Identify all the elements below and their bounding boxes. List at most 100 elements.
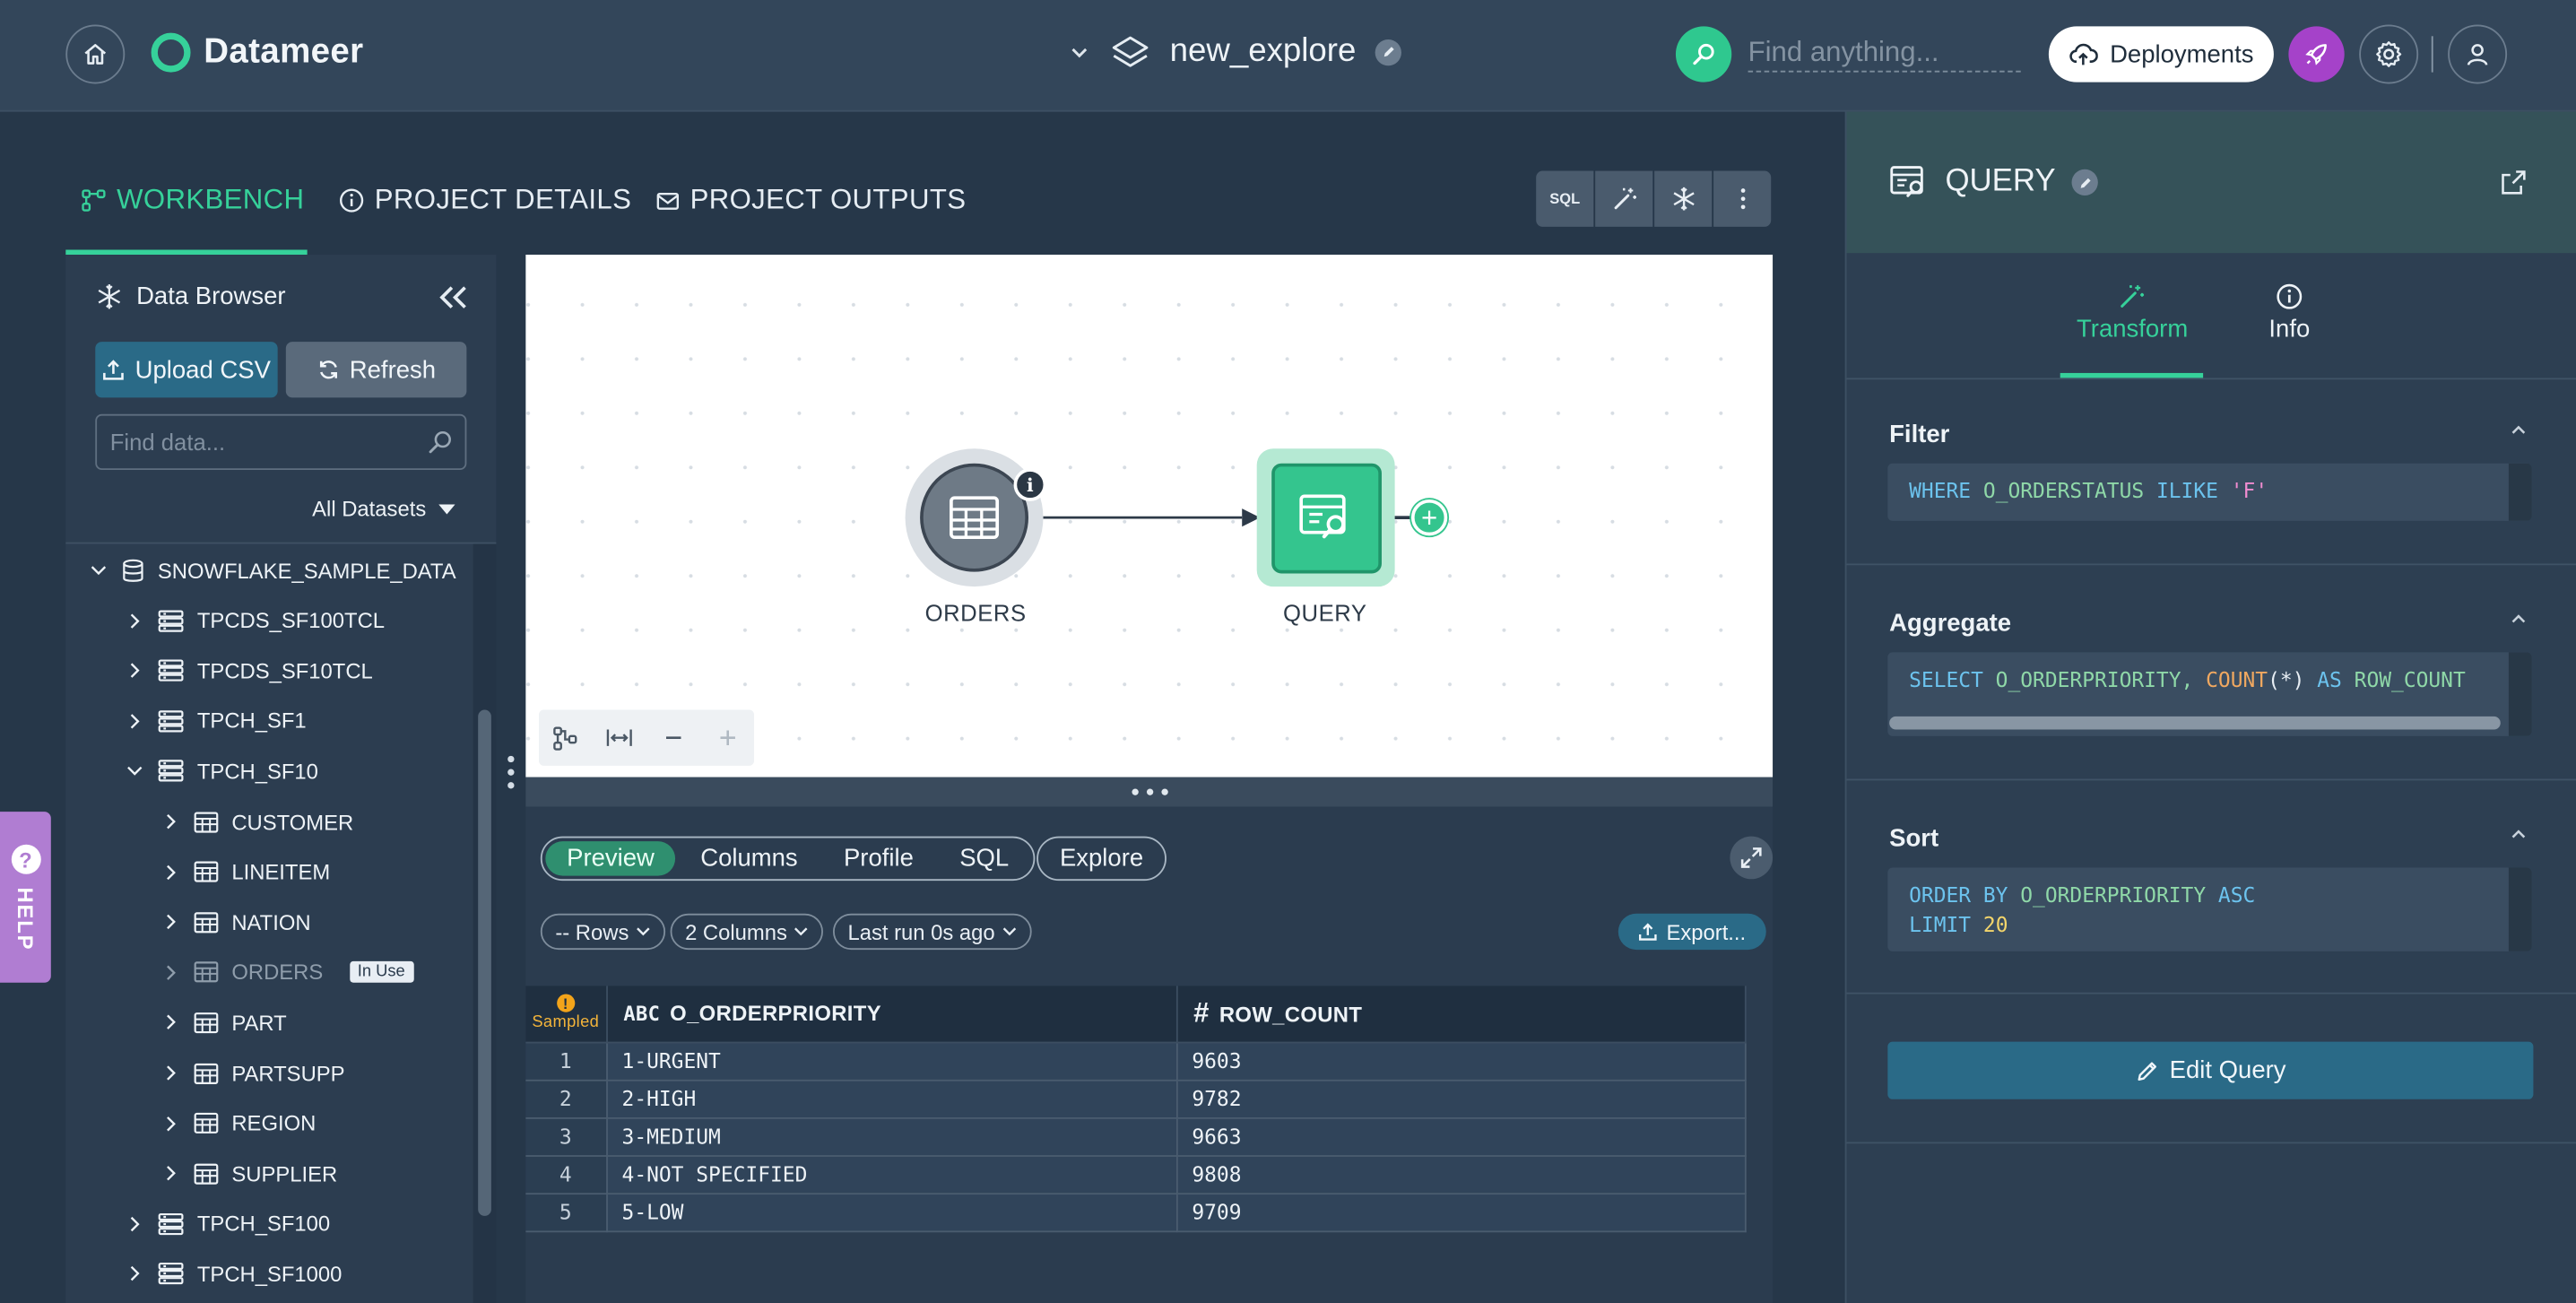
- tree-item[interactable]: TPCH_SF100: [125, 1199, 330, 1248]
- tree-item[interactable]: PART: [161, 998, 287, 1047]
- chevron-right-icon[interactable]: [161, 1165, 181, 1181]
- tree-item[interactable]: SNOWFLAKE_SAMPLE_DATA: [89, 545, 456, 595]
- tab-project-outputs[interactable]: PROJECT OUTPUTS: [655, 184, 966, 217]
- help-tab[interactable]: ? HELP: [0, 812, 51, 983]
- sql-editor-button[interactable]: SQL: [1536, 170, 1594, 227]
- global-search-input[interactable]: [1748, 32, 2021, 73]
- zoom-out-button[interactable]: [646, 710, 700, 766]
- table-row[interactable]: 2 2-HIGH 9782: [525, 1079, 1746, 1118]
- tab-columns[interactable]: Columns: [679, 841, 819, 875]
- editor-scrollbar[interactable]: [2508, 463, 2532, 521]
- chevron-right-icon[interactable]: [125, 612, 144, 629]
- tab-workbench[interactable]: WORKBENCH: [81, 184, 305, 217]
- tree-scrollbar-thumb[interactable]: [478, 709, 491, 1216]
- tree-item[interactable]: PARTSUPP: [161, 1048, 345, 1098]
- node-info-icon[interactable]: i: [1013, 468, 1047, 501]
- chevron-right-icon[interactable]: [161, 813, 181, 830]
- columns-dropdown[interactable]: 2 Columns: [670, 913, 824, 951]
- export-button[interactable]: Export...: [1618, 913, 1766, 951]
- tree-item[interactable]: TPCH_SF1000: [125, 1249, 342, 1299]
- pencil-icon: [2137, 1061, 2156, 1081]
- snowflake-button[interactable]: [1654, 170, 1713, 227]
- brand[interactable]: Datameer: [151, 32, 364, 73]
- chevron-right-icon[interactable]: [125, 1216, 144, 1232]
- chevron-right-icon[interactable]: [161, 1014, 181, 1030]
- fit-to-view-button[interactable]: [593, 710, 646, 766]
- schema-icon: [158, 1212, 184, 1235]
- tree-item[interactable]: REGION: [161, 1099, 316, 1148]
- tree-item[interactable]: TPCDS_SF10TCL: [125, 646, 373, 695]
- chevron-down-icon[interactable]: [89, 562, 108, 578]
- edit-node-name-button[interactable]: [2071, 169, 2099, 196]
- panel-resize-handle[interactable]: [507, 755, 515, 789]
- tab-info[interactable]: Info: [2268, 282, 2310, 343]
- aggregate-horizontal-scrollbar[interactable]: [1889, 716, 2501, 730]
- table-row[interactable]: 3 3-MEDIUM 9663: [525, 1116, 1746, 1157]
- filter-code-editor[interactable]: WHERE O_ORDERSTATUS ILIKE 'F': [1887, 463, 2532, 521]
- chevron-right-icon[interactable]: [161, 1064, 181, 1081]
- tab-sql[interactable]: SQL: [938, 841, 1030, 875]
- tree-item[interactable]: TPCH_SF1: [125, 697, 307, 746]
- tree-item[interactable]: NATION: [161, 898, 311, 947]
- chevron-up-icon: [2511, 425, 2526, 434]
- chevron-right-icon[interactable]: [161, 964, 181, 980]
- global-search-button[interactable]: [1675, 26, 1732, 83]
- collapse-sort-button[interactable]: [2511, 828, 2527, 839]
- tree-item[interactable]: TPCDS_SF100TCL: [125, 595, 385, 645]
- add-node-button[interactable]: +: [1410, 499, 1448, 536]
- deployments-button[interactable]: Deployments: [2048, 26, 2274, 83]
- zoom-in-button[interactable]: [700, 710, 754, 766]
- chevron-down-icon[interactable]: [1068, 40, 1091, 64]
- tab-transform[interactable]: Transform: [2077, 282, 2188, 343]
- chevron-right-icon[interactable]: [161, 864, 181, 880]
- table-row[interactable]: 1 1-URGENT 9603: [525, 1041, 1746, 1081]
- rows-dropdown[interactable]: -- Rows: [540, 913, 665, 951]
- chevron-right-icon[interactable]: [125, 713, 144, 729]
- collapse-filter-button[interactable]: [2511, 424, 2527, 436]
- node-query[interactable]: [1256, 448, 1395, 587]
- tab-preview[interactable]: Preview: [545, 841, 676, 876]
- editor-scrollbar[interactable]: [2508, 652, 2532, 736]
- refresh-button[interactable]: Refresh: [285, 342, 467, 398]
- sort-code-editor[interactable]: ORDER BY O_ORDERPRIORITY ASC LIMIT 20: [1887, 867, 2532, 951]
- edit-query-button[interactable]: Edit Query: [1887, 1041, 2534, 1099]
- tab-project-details[interactable]: PROJECT DETAILS: [338, 184, 631, 217]
- editor-scrollbar[interactable]: [2508, 867, 2532, 951]
- expand-results-button[interactable]: [1730, 836, 1774, 880]
- chevron-right-icon[interactable]: [125, 1266, 144, 1282]
- collapse-panel-button[interactable]: [437, 282, 470, 312]
- project-switcher[interactable]: new_explore: [1068, 33, 1402, 71]
- more-options-button[interactable]: [1713, 170, 1772, 227]
- column-header-row-count[interactable]: # ROW_COUNT: [1175, 986, 1746, 1043]
- chevron-right-icon[interactable]: [161, 914, 181, 930]
- tree-item[interactable]: TPCH_SF10: [125, 747, 318, 796]
- upload-csv-button[interactable]: Upload CSV: [95, 342, 278, 398]
- table-icon: [194, 861, 219, 882]
- tab-profile[interactable]: Profile: [822, 841, 935, 875]
- tree-item[interactable]: CUSTOMER: [161, 797, 353, 847]
- chevron-right-icon[interactable]: [125, 663, 144, 679]
- home-button[interactable]: [65, 24, 126, 84]
- magic-wand-button[interactable]: [1595, 170, 1653, 227]
- table-row[interactable]: 4 4-NOT SPECIFIED 9808: [525, 1155, 1746, 1194]
- explore-button[interactable]: Explore: [1036, 836, 1167, 882]
- last-run-dropdown[interactable]: Last run 0s ago: [832, 913, 1031, 951]
- tree-item[interactable]: SUPPLIER: [161, 1149, 337, 1198]
- popout-button[interactable]: [2501, 169, 2527, 195]
- collapse-aggregate-button[interactable]: [2511, 612, 2527, 624]
- table-row[interactable]: 5 5-LOW 9709: [525, 1193, 1746, 1232]
- tree-item[interactable]: ORDERS In Use: [161, 948, 413, 997]
- deploy-rocket-button[interactable]: [2288, 26, 2345, 83]
- results-resize-handle[interactable]: [525, 777, 1774, 807]
- edit-project-name-button[interactable]: [1375, 39, 1402, 65]
- tree-item[interactable]: LINEITEM: [161, 847, 330, 897]
- find-data-input[interactable]: [95, 413, 467, 471]
- column-header-o-orderpriority[interactable]: ABC O_ORDERPRIORITY: [606, 986, 1177, 1043]
- settings-button[interactable]: [2359, 24, 2419, 84]
- datasets-filter-dropdown[interactable]: All Datasets: [312, 496, 456, 521]
- user-profile-button[interactable]: [2448, 24, 2508, 84]
- chevron-right-icon[interactable]: [161, 1115, 181, 1131]
- chevron-down-icon[interactable]: [125, 763, 144, 779]
- tab-columns-label: Columns: [700, 844, 798, 873]
- auto-layout-button[interactable]: [539, 710, 593, 766]
